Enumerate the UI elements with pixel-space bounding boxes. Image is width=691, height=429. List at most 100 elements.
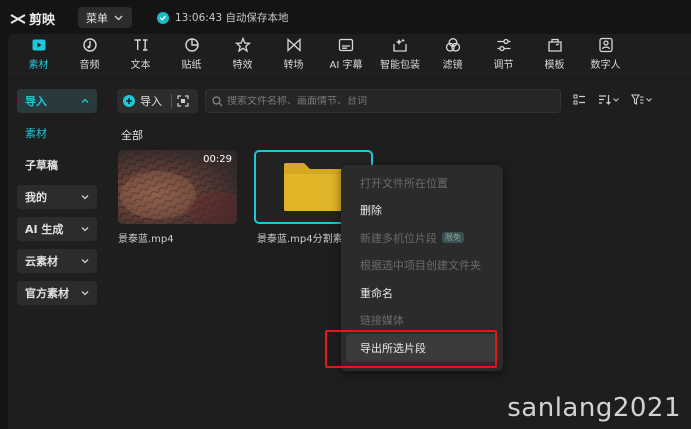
category-toolbar: 素材 音频 文本 贴纸 特效 转场 AI 字幕 智能包装 滤镜 调节 模板 数字… [8, 34, 691, 74]
sticker-icon [184, 38, 199, 52]
menu-item-label: 打开文件所在位置 [360, 176, 448, 190]
tab-sticker[interactable]: 贴纸 [166, 34, 217, 74]
menu-label: 菜单 [86, 11, 108, 25]
tab-digital-human[interactable]: 数字人 [580, 34, 631, 74]
tab-label: 模板 [544, 60, 565, 71]
folder-icon [283, 163, 344, 211]
red-highlight-box [325, 330, 497, 368]
search-input[interactable] [227, 95, 547, 107]
transition-icon [286, 38, 301, 52]
sidebar-item-mine[interactable]: 我的 [17, 185, 97, 209]
sidebar-item-media[interactable]: 素材 [17, 121, 97, 145]
app-logo: 剪映 [10, 9, 55, 28]
sidebar-item-cloud[interactable]: 云素材 [17, 249, 97, 273]
tab-label: 特效 [232, 60, 253, 71]
tab-label: 素材 [28, 60, 49, 71]
left-sidebar: 导入 素材 子草稿 我的 AI 生成 云素材 官方素材 [17, 89, 97, 313]
video-duration: 00:29 [203, 154, 232, 165]
tab-text[interactable]: 文本 [115, 34, 166, 74]
tab-label: 转场 [283, 60, 304, 71]
grid-icon [573, 94, 585, 105]
grid-view-toggle[interactable] [573, 94, 586, 105]
chevron-down-icon [646, 97, 652, 102]
audio-icon [82, 38, 97, 52]
sort-dropdown[interactable] [598, 94, 619, 105]
smart-pack-icon [393, 38, 407, 52]
sidebar-item-label: 官方素材 [25, 287, 69, 300]
sidebar-item-label: 我的 [25, 191, 47, 204]
menu-item-rename[interactable]: 重命名 [341, 279, 503, 307]
search-bar[interactable] [205, 89, 561, 113]
sidebar-item-label: 素材 [25, 127, 47, 140]
watermark-text: sanlang2021 [507, 393, 681, 423]
video-thumbnail[interactable]: 00:29 [118, 150, 237, 224]
menu-item-label: 链接媒体 [360, 314, 404, 328]
tab-adjust[interactable]: 调节 [478, 34, 529, 74]
menu-item-label: 新建多机位片段 [360, 231, 437, 245]
search-icon [212, 95, 223, 106]
menu-item-label: 重命名 [360, 286, 393, 300]
menu-item-new-multicam[interactable]: 新建多机位片段 限免 [341, 224, 503, 252]
sidebar-item-official[interactable]: 官方素材 [17, 281, 97, 305]
chevron-down-icon [81, 291, 89, 296]
autosave-status: 13:06:43 自动保存本地 [157, 10, 289, 25]
sidebar-item-subdraft[interactable]: 子草稿 [17, 153, 97, 177]
media-item-video[interactable]: 00:29 景泰蓝.mp4 [118, 150, 237, 245]
section-title: 全部 [121, 129, 143, 142]
sidebar-item-ai-generate[interactable]: AI 生成 [17, 217, 97, 241]
tab-label: 文本 [130, 60, 151, 71]
template-icon [547, 38, 562, 52]
tab-label: 滤镜 [442, 60, 463, 71]
menu-button[interactable]: 菜单 [78, 7, 132, 28]
chevron-up-icon [81, 98, 89, 103]
tab-template[interactable]: 模板 [529, 34, 580, 74]
media-icon [32, 39, 45, 51]
tab-media[interactable]: 素材 [13, 34, 64, 74]
capcut-logo-icon [10, 13, 26, 24]
tab-ai-caption[interactable]: AI 字幕 [319, 34, 373, 74]
app-name: 剪映 [29, 13, 56, 28]
ai-caption-icon [338, 38, 354, 52]
divider [171, 94, 172, 108]
tab-label: AI 字幕 [329, 60, 363, 71]
tab-smart-pack[interactable]: 智能包装 [373, 34, 427, 74]
tab-filter[interactable]: 滤镜 [427, 34, 478, 74]
digital-human-icon [598, 37, 613, 53]
chevron-down-icon [81, 259, 89, 264]
tab-label: 贴纸 [181, 60, 202, 71]
text-icon [134, 39, 147, 51]
check-icon [157, 11, 169, 24]
sidebar-item-label: 导入 [25, 95, 47, 108]
sidebar-item-label: 云素材 [25, 255, 58, 268]
menu-item-label: 删除 [360, 204, 382, 218]
plus-icon [123, 95, 135, 107]
title-bar: 剪映 菜单 13:06:43 自动保存本地 [0, 0, 691, 34]
media-filename: 景泰蓝.mp4 [118, 234, 174, 245]
autosave-text: 13:06:43 自动保存本地 [175, 12, 289, 24]
tab-transition[interactable]: 转场 [268, 34, 319, 74]
sidebar-item-label: 子草稿 [25, 159, 58, 172]
free-badge: 限免 [442, 232, 464, 244]
import-button[interactable]: 导入 [117, 89, 198, 113]
menu-item-delete[interactable]: 删除 [341, 197, 503, 225]
sidebar-item-import[interactable]: 导入 [17, 89, 97, 113]
adjust-icon [497, 38, 510, 52]
menu-item-open-location[interactable]: 打开文件所在位置 [341, 169, 503, 197]
filter-icon [445, 38, 460, 52]
tab-effects[interactable]: 特效 [217, 34, 268, 74]
chevron-down-icon [114, 15, 123, 20]
funnel-icon [631, 94, 644, 105]
chevron-down-icon [613, 97, 619, 102]
view-controls [573, 94, 652, 105]
import-label: 导入 [140, 95, 162, 108]
tab-label: 智能包装 [380, 60, 420, 71]
tab-label: 调节 [493, 60, 514, 71]
sidebar-item-label: AI 生成 [25, 223, 64, 236]
menu-item-create-folder[interactable]: 根据选中项目创建文件夹 [341, 252, 503, 280]
tab-audio[interactable]: 音频 [64, 34, 115, 74]
scan-icon[interactable] [177, 95, 189, 107]
menu-item-label: 根据选中项目创建文件夹 [360, 259, 481, 273]
chevron-down-icon [81, 227, 89, 232]
tab-label: 音频 [79, 60, 100, 71]
filter-dropdown[interactable] [631, 94, 652, 105]
